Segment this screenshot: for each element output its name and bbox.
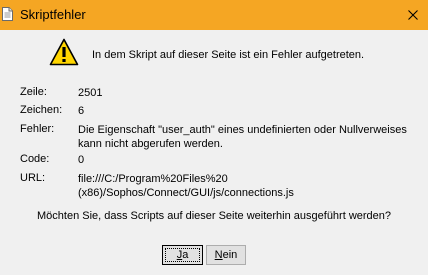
- close-icon: [408, 10, 418, 20]
- title-bar[interactable]: Skriptfehler: [0, 0, 428, 30]
- error-value-line2: kann nicht abgerufen werden.: [78, 138, 223, 150]
- code-label: Code:: [20, 153, 50, 165]
- yes-label-rest: a: [182, 249, 189, 261]
- char-value: 6: [78, 105, 85, 117]
- error-message: In dem Skript auf dieser Seite ist ein F…: [92, 49, 365, 61]
- continue-question: Möchten Sie, dass Scripts auf dieser Sei…: [37, 210, 392, 222]
- script-page-icon: [2, 7, 13, 21]
- yes-button[interactable]: Ja: [162, 245, 203, 265]
- error-label: Fehler:: [20, 123, 55, 135]
- line-label: Zeile:: [20, 86, 47, 98]
- line-value: 2501: [78, 87, 103, 99]
- no-mnemonic: N: [214, 249, 223, 261]
- error-value-line1: Die Eigenschaft "user_auth" eines undefi…: [78, 124, 407, 136]
- char-label: Zeichen:: [20, 104, 63, 116]
- url-label: URL:: [20, 172, 46, 184]
- dialog-title: Skriptfehler: [20, 7, 86, 22]
- script-error-dialog: Skriptfehler In dem Skript auf dieser Se…: [0, 0, 428, 275]
- no-label-rest: ein: [222, 249, 238, 261]
- url-value-line1: file:///C:/Program%20Files%20: [78, 173, 228, 185]
- close-button[interactable]: [398, 0, 428, 30]
- no-button[interactable]: Nein: [206, 245, 246, 265]
- code-value: 0: [78, 154, 85, 166]
- url-value-line2: (x86)/Sophos/Connect/GUI/js/connections.…: [78, 187, 294, 199]
- warning-icon: [49, 38, 79, 66]
